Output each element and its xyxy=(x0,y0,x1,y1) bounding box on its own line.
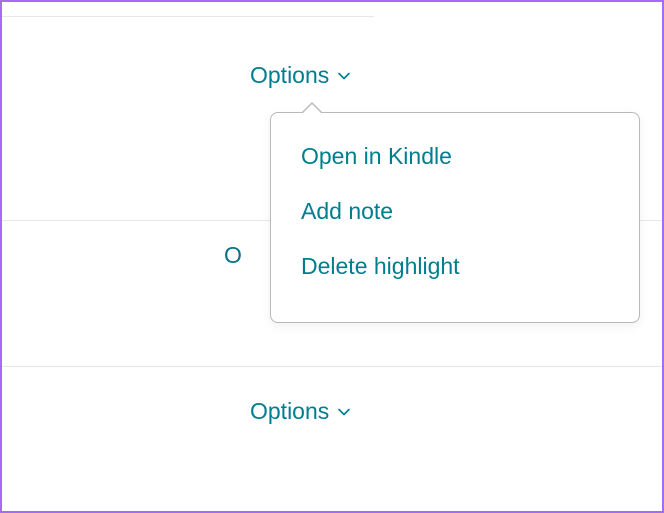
menu-item-add-note[interactable]: Add note xyxy=(271,184,639,239)
options-popover: Open in Kindle Add note Delete highlight xyxy=(270,112,640,323)
menu-item-label: Add note xyxy=(301,198,393,224)
options-dropdown-trigger[interactable]: Options xyxy=(250,398,351,425)
chevron-down-icon xyxy=(337,69,351,83)
section-divider xyxy=(2,366,662,367)
menu-item-delete-highlight[interactable]: Delete highlight xyxy=(271,239,639,294)
chevron-down-icon xyxy=(337,405,351,419)
menu-item-label: Open in Kindle xyxy=(301,143,452,169)
options-dropdown-trigger[interactable]: Options xyxy=(250,62,351,89)
obscured-text-fragment: O xyxy=(224,242,242,269)
menu-item-open-in-kindle[interactable]: Open in Kindle xyxy=(271,129,639,184)
options-label: Options xyxy=(250,398,329,425)
menu-item-label: Delete highlight xyxy=(301,253,460,279)
section-divider xyxy=(2,16,374,17)
options-label: Options xyxy=(250,62,329,89)
